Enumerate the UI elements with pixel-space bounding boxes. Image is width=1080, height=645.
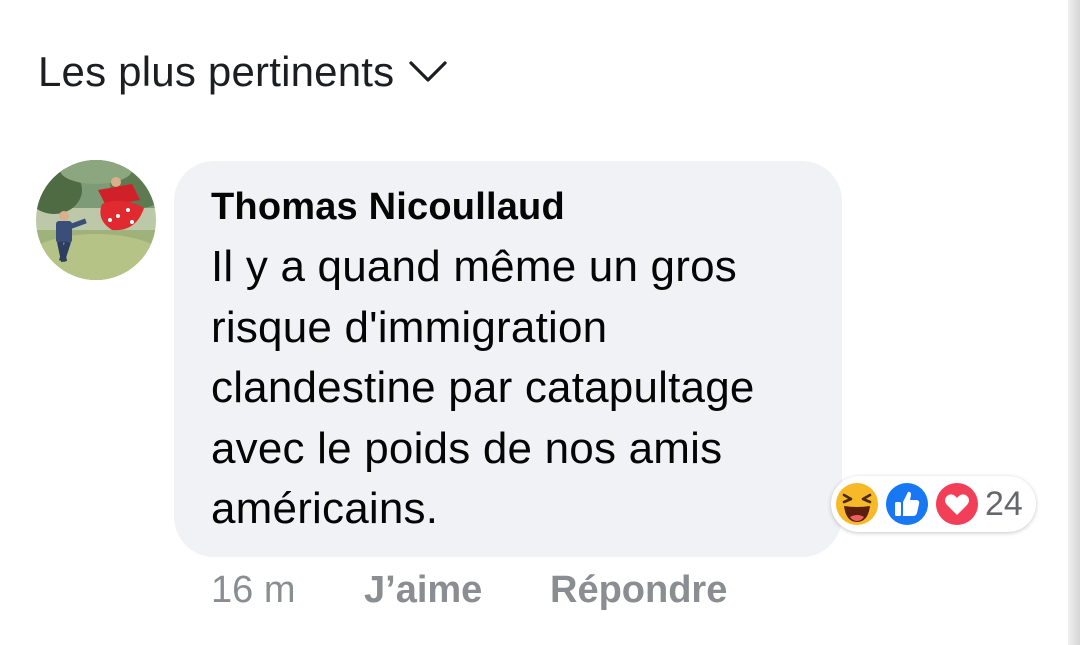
chevron-down-icon xyxy=(409,61,447,82)
comment-timestamp: 16 m xyxy=(211,569,296,611)
like-thumb-icon xyxy=(884,481,930,527)
love-heart-icon xyxy=(934,481,980,527)
reply-button[interactable]: Répondre xyxy=(550,566,727,614)
comment-author[interactable]: Thomas Nicoullaud xyxy=(211,184,565,230)
scrollbar-edge xyxy=(1068,0,1080,645)
reaction-count: 24 xyxy=(985,485,1023,523)
comment-text: Il y a quand même un gros risque d'immig… xyxy=(211,242,755,533)
haha-emoji-icon xyxy=(834,481,880,527)
avatar[interactable] xyxy=(36,160,156,280)
reactions-summary[interactable]: 24 xyxy=(831,476,1036,532)
like-button[interactable]: J’aime xyxy=(364,566,482,614)
sort-selector[interactable]: Les plus pertinents xyxy=(38,46,448,98)
sort-label: Les plus pertinents xyxy=(38,48,395,95)
avatar-photo xyxy=(36,160,156,280)
